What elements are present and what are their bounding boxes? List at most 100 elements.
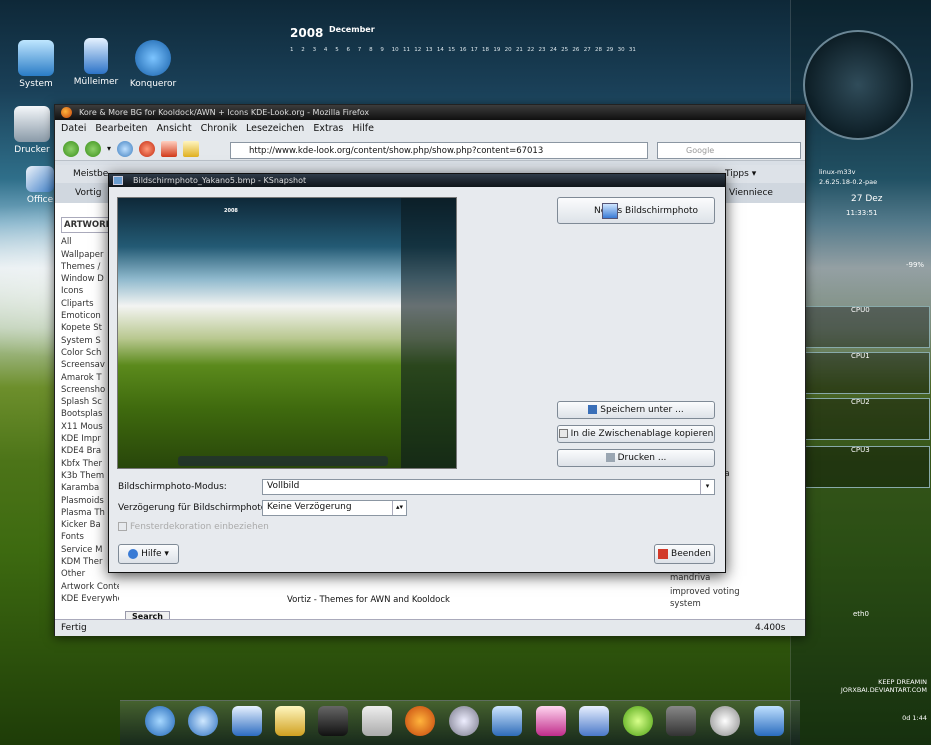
calendar-day[interactable]: 21 [516, 47, 527, 53]
calendar-day[interactable]: 27 [584, 47, 595, 53]
url-field[interactable]: http://www.kde-look.org/content/show.php… [230, 142, 648, 159]
menu-hilfe[interactable]: Hilfe [352, 120, 374, 137]
category-item[interactable]: KDE Everywhere [61, 593, 119, 605]
tab-left[interactable]: Vortig [75, 183, 101, 203]
ksnapshot-titlebar[interactable]: Bildschirmphoto_Yakano5.bmp - KSnapshot [109, 174, 725, 187]
screenshot-preview[interactable]: 2008 [117, 197, 457, 469]
window-decoration-checkbox[interactable]: Fensterdekoration einbeziehen [118, 522, 269, 532]
calendar-day[interactable]: 22 [527, 47, 538, 53]
calendar-day[interactable]: 1 [290, 47, 301, 53]
menu-datei[interactable]: Datei [61, 120, 86, 137]
cpu-graph: CPU0 [800, 306, 930, 348]
calendar-day[interactable]: 18 [482, 47, 493, 53]
menu-ansicht[interactable]: Ansicht [157, 120, 192, 137]
calendar-day[interactable]: 20 [505, 47, 516, 53]
bookmark-tipps[interactable]: Tipps ▾ [725, 165, 756, 183]
calendar-day[interactable]: 26 [572, 47, 583, 53]
spin-arrows-icon: ▴▾ [392, 501, 406, 515]
calendar-day[interactable]: 12 [414, 47, 425, 53]
calendar-day[interactable]: 24 [550, 47, 561, 53]
dock-terminal-icon[interactable] [318, 706, 348, 736]
dock-globe-icon[interactable] [145, 706, 175, 736]
dock-home-icon[interactable] [188, 706, 218, 736]
calendar-month: December [329, 25, 375, 34]
calendar-day[interactable]: 4 [324, 47, 335, 53]
bookmark-icon[interactable] [183, 140, 200, 157]
calendar-day[interactable]: 23 [539, 47, 550, 53]
calendar-day[interactable]: 9 [380, 47, 391, 53]
calendar-day[interactable]: 5 [335, 47, 346, 53]
calendar-day[interactable]: 3 [313, 47, 324, 53]
calendar-day[interactable]: 13 [426, 47, 437, 53]
checkbox-icon [118, 522, 127, 531]
calendar-day[interactable]: 31 [629, 47, 640, 53]
cpu-graph: CPU2 [800, 398, 930, 440]
dock-itunes-icon[interactable] [449, 706, 479, 736]
percent-readout: -99% [906, 261, 925, 269]
home-icon[interactable] [161, 140, 178, 157]
calendar-day[interactable]: 10 [392, 47, 403, 53]
calendar-day[interactable]: 16 [459, 47, 470, 53]
stop-icon[interactable] [139, 140, 156, 157]
dock-chat-icon[interactable] [623, 706, 653, 736]
calendar-day[interactable]: 28 [595, 47, 606, 53]
copy-clipboard-button[interactable]: In die Zwischenablage kopieren [557, 425, 715, 443]
calendar-day[interactable]: 7 [358, 47, 369, 53]
calendar-day[interactable]: 30 [618, 47, 629, 53]
calendar-day[interactable]: 19 [493, 47, 504, 53]
desktop-icon-konqueror[interactable]: Konqueror [121, 40, 185, 89]
desktop-icon-system[interactable]: System [4, 40, 68, 89]
delay-spinbox[interactable]: Keine Verzögerung ▴▾ [262, 500, 407, 516]
monitor-icon [18, 40, 54, 76]
dock-gimp-icon[interactable] [666, 706, 696, 736]
forward-icon[interactable] [85, 140, 101, 157]
tab-right[interactable]: Vienniece [729, 183, 773, 203]
bookmark-meistbesucht[interactable]: Meistbe [73, 165, 108, 183]
preview-dock [178, 456, 388, 466]
content-link[interactable]: Vortiz - Themes for AWN and Kooldock [287, 595, 450, 605]
help-button[interactable]: Hilfe ▾ [118, 544, 179, 564]
save-as-button[interactable]: Speichern unter ... [557, 401, 715, 419]
search-field[interactable]: Google [657, 142, 801, 159]
dock-monitor-icon[interactable] [754, 706, 784, 736]
calendar-day[interactable]: 25 [561, 47, 572, 53]
back-icon[interactable] [63, 140, 79, 157]
calendar-day[interactable]: 17 [471, 47, 482, 53]
dock-notes-icon[interactable] [579, 706, 609, 736]
firefox-titlebar[interactable]: Kore & More BG for Kooldock/AWN + Icons … [55, 105, 805, 120]
history-dropdown-icon[interactable]: ▾ [107, 144, 111, 153]
cpu-graph: CPU3 [800, 446, 930, 488]
dock-graphics-icon[interactable] [536, 706, 566, 736]
reload-icon[interactable] [117, 140, 134, 157]
dock-firefox-icon[interactable] [405, 706, 435, 736]
print-button[interactable]: Drucken ... [557, 449, 715, 467]
category-item[interactable]: Artwork Contest [61, 581, 119, 593]
cpu-graph: CPU1 [800, 352, 930, 394]
menu-extras[interactable]: Extras [313, 120, 343, 137]
menu-chronik[interactable]: Chronik [201, 120, 237, 137]
desktop-icon-trash[interactable]: Mülleimer [64, 38, 128, 87]
mode-select[interactable]: Vollbild ▾ [262, 479, 715, 495]
menu-lesezeichen[interactable]: Lesezeichen [246, 120, 304, 137]
calendar-day[interactable]: 8 [369, 47, 380, 53]
camera-icon [602, 203, 618, 219]
quit-icon [658, 548, 669, 559]
quit-button[interactable]: Beenden [654, 544, 715, 564]
calendar-day[interactable]: 14 [437, 47, 448, 53]
calendar-day[interactable]: 11 [403, 47, 414, 53]
mode-label: Bildschirmphoto-Modus: [118, 482, 227, 492]
sidebar-text: system [670, 599, 701, 609]
dock-network-icon[interactable] [492, 706, 522, 736]
dock-archive-icon[interactable] [362, 706, 392, 736]
dock-tool-icon[interactable] [710, 706, 740, 736]
calendar-day[interactable]: 2 [301, 47, 312, 53]
calendar-day[interactable]: 6 [346, 47, 357, 53]
menu-bearbeiten[interactable]: Bearbeiten [95, 120, 147, 137]
dock-editor-icon[interactable] [275, 706, 305, 736]
new-snapshot-button[interactable]: Neues Bildschirmphoto [557, 197, 715, 224]
calendar-day[interactable]: 15 [448, 47, 459, 53]
calendar-day[interactable]: 29 [606, 47, 617, 53]
desktop-icon-label: System [19, 79, 53, 89]
status-bar: Fertig 4.400s [55, 619, 805, 636]
dock-documents-icon[interactable] [232, 706, 262, 736]
